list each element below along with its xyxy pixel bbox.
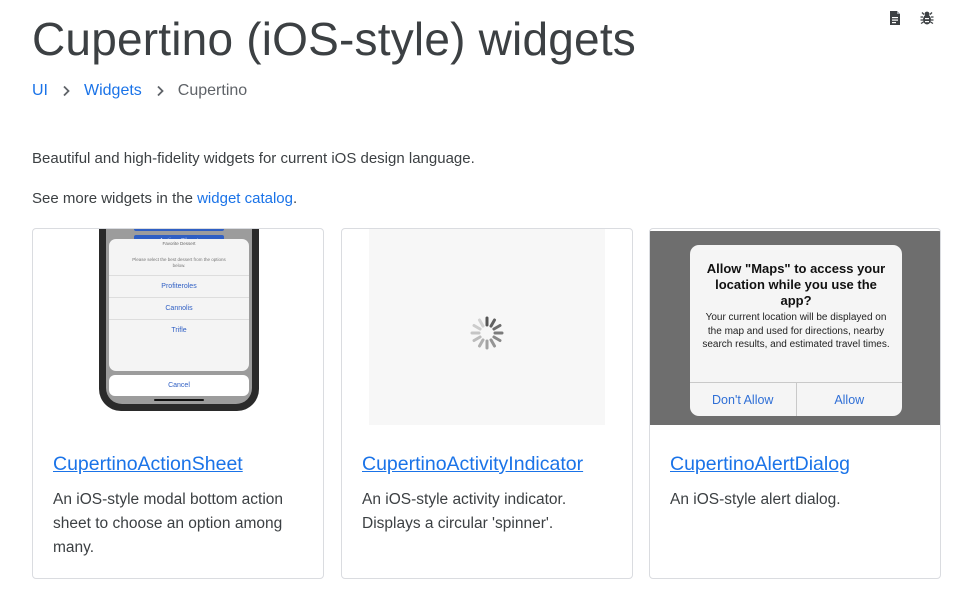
action-sheet-thumbnail: Action Sheet Favorite Dessert Please sel… [33,229,323,425]
card-title[interactable]: CupertinoActionSheet [53,453,243,476]
sheet-message: Please select the best dessert from the … [132,257,226,268]
page-title: Cupertino (iOS-style) widgets [32,13,637,65]
card-cupertino-activity-indicator[interactable]: CupertinoActivityIndicator An iOS-style … [341,228,633,579]
sheet-title: Favorite Dessert [162,241,196,246]
card-cupertino-action-sheet[interactable]: Action Sheet Favorite Dessert Please sel… [32,228,324,579]
card-description: An iOS-style activity indicator. Display… [362,491,567,532]
alert-message: Your current location will be displayed … [702,312,890,350]
page-description: Beautiful and high-fidelity widgets for … [32,150,475,167]
chevron-right-icon [157,85,164,97]
breadcrumb-link-widgets[interactable]: Widgets [84,82,142,100]
see-more-prefix: See more widgets in the [32,190,198,207]
breadcrumb-link-ui[interactable]: UI [32,82,48,100]
activity-indicator-thumbnail [342,229,632,425]
spinner-icon [470,316,504,350]
see-more-suffix: . [293,190,298,207]
phone-mockup: Action Sheet Favorite Dessert Please sel… [99,229,259,411]
card-description: An iOS-style modal bottom action sheet t… [53,491,284,556]
see-more-text: See more widgets in the widget catalog. [32,190,297,207]
sheet-option: Profiteroles [161,283,197,290]
alert-dialog-thumbnail: Allow "Maps" to access your location whi… [650,229,940,425]
phone-button [134,229,224,231]
breadcrumb: UI Widgets Cupertino [32,82,247,100]
sheet-option: Trifle [171,327,187,334]
alert-backdrop: Allow "Maps" to access your location whi… [650,231,940,425]
card-description: An iOS-style alert dialog. [670,491,841,508]
alert-buttons: Don't Allow Allow [690,382,902,416]
card-cupertino-alert-dialog[interactable]: Allow "Maps" to access your location whi… [649,228,941,579]
divider [109,319,249,320]
alert-allow-button: Allow [795,383,903,416]
card-title[interactable]: CupertinoAlertDialog [670,453,850,476]
alert-title: Allow "Maps" to access your location whi… [706,261,886,308]
action-sheet: Favorite Dessert Please select the best … [109,239,249,371]
phone-screen: Action Sheet Favorite Dessert Please sel… [106,229,252,404]
document-icon[interactable] [887,10,903,26]
alert-dialog: Allow "Maps" to access your location whi… [690,245,902,416]
sheet-option: Cannolis [165,305,193,312]
alert-dont-allow-button: Don't Allow [712,393,774,407]
widget-catalog-link[interactable]: widget catalog [197,190,293,207]
spinner-area [369,229,605,425]
page-actions [887,10,935,26]
home-indicator [154,399,204,401]
breadcrumb-current: Cupertino [177,82,248,99]
divider [109,297,249,298]
sheet-cancel: Cancel [109,375,249,396]
bug-icon[interactable] [919,10,935,26]
divider [109,275,249,276]
chevron-right-icon [63,85,70,97]
card-title[interactable]: CupertinoActivityIndicator [362,453,583,476]
